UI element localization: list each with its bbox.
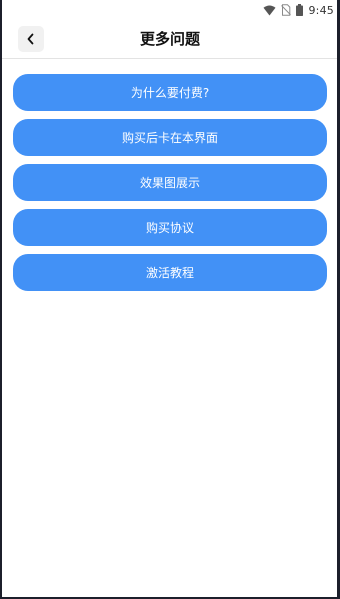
faq-list: 为什么要付费? 购买后卡在本界面 效果图展示 购买协议 激活教程 — [13, 74, 327, 299]
app-screen: 9:45 更多问题 为什么要付费? 购买后卡在本界面 效果图展示 购买协议 激活… — [2, 0, 338, 597]
battery-icon — [296, 1, 304, 20]
screen-edge — [337, 0, 338, 597]
faq-purchase-agreement-button[interactable]: 购买协议 — [13, 209, 327, 246]
faq-activation-tutorial-button[interactable]: 激活教程 — [13, 254, 327, 291]
status-bar: 9:45 — [2, 0, 338, 20]
status-icons: 9:45 — [263, 2, 334, 18]
wifi-icon — [263, 1, 276, 20]
no-sim-icon — [281, 1, 292, 20]
faq-why-pay-button[interactable]: 为什么要付费? — [13, 74, 327, 111]
header: 更多问题 — [2, 20, 338, 59]
faq-stuck-after-purchase-button[interactable]: 购买后卡在本界面 — [13, 119, 327, 156]
page-title: 更多问题 — [139, 30, 200, 48]
status-time: 9:45 — [308, 3, 334, 17]
faq-preview-images-button[interactable]: 效果图展示 — [13, 164, 327, 201]
